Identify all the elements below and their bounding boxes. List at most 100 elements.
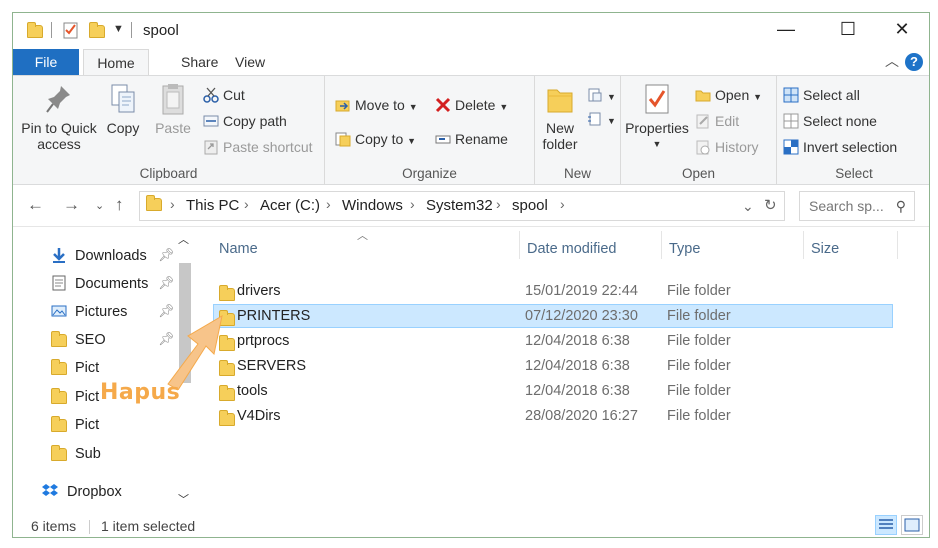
- column-header-size[interactable]: Size: [811, 241, 839, 257]
- breadcrumb-separator-icon[interactable]: ›: [170, 196, 175, 212]
- breadcrumb-separator-icon[interactable]: ›: [410, 196, 415, 212]
- paste-shortcut-button[interactable]: Paste shortcut: [203, 136, 313, 158]
- refresh-icon[interactable]: ↻: [764, 196, 777, 214]
- tab-file[interactable]: File: [13, 49, 79, 75]
- move-to-button[interactable]: Move to ▼: [335, 94, 418, 116]
- pin-icon[interactable]: 📌︎: [158, 275, 175, 291]
- breadcrumb-separator-icon[interactable]: ›: [496, 196, 501, 212]
- search-placeholder: Search sp...: [809, 198, 884, 214]
- breadcrumb-drive[interactable]: Acer (C:): [260, 197, 320, 214]
- table-row[interactable]: tools 12/04/2018 6:38 File folder: [213, 379, 893, 403]
- column-divider[interactable]: [897, 231, 898, 259]
- separator: [51, 22, 52, 38]
- column-header-date[interactable]: Date modified: [527, 241, 616, 257]
- table-row[interactable]: prtprocs 12/04/2018 6:38 File folder: [213, 329, 893, 353]
- item-count: 6 items: [31, 518, 77, 534]
- table-row-selected[interactable]: PRINTERS 07/12/2020 23:30 File folder: [213, 304, 893, 328]
- cut-label: Cut: [223, 87, 245, 103]
- nav-item-seo[interactable]: SEO: [51, 327, 106, 353]
- breadcrumb-this-pc[interactable]: This PC: [186, 197, 239, 214]
- table-row[interactable]: SERVERS 12/04/2018 6:38 File folder: [213, 354, 893, 378]
- column-divider[interactable]: [661, 231, 662, 259]
- edit-button[interactable]: Edit: [695, 110, 739, 132]
- new-folder-qa-icon[interactable]: [89, 21, 105, 41]
- rename-button[interactable]: Rename: [435, 128, 508, 150]
- column-header-name[interactable]: Name: [219, 241, 258, 257]
- nav-item-label: SEO: [75, 332, 106, 348]
- up-arrow-icon[interactable]: ↑: [115, 195, 124, 215]
- column-header-type[interactable]: Type: [669, 241, 700, 257]
- select-group-label: Select: [835, 166, 873, 181]
- select-none-button[interactable]: Select none: [783, 110, 877, 132]
- sort-ascending-icon: ︿: [357, 230, 368, 242]
- breadcrumb-separator-icon[interactable]: ›: [560, 196, 565, 212]
- copy-to-button[interactable]: Copy to ▼: [335, 128, 416, 150]
- nav-item-pict-3[interactable]: Pict: [51, 412, 99, 438]
- table-row[interactable]: drivers 15/01/2019 22:44 File folder: [213, 279, 893, 303]
- new-folder-button[interactable]: New folder: [537, 82, 583, 152]
- copy-path-button[interactable]: Copy path: [203, 110, 287, 132]
- new-item-button[interactable]: ▼: [587, 84, 616, 106]
- tab-view[interactable]: View: [221, 49, 279, 75]
- large-icons-view-icon: [904, 518, 920, 532]
- delete-button[interactable]: Delete ▼: [435, 94, 508, 116]
- table-row[interactable]: V4Dirs 28/08/2020 16:27 File folder: [213, 404, 893, 428]
- pin-to-quick-access-button[interactable]: Pin to Quick access: [19, 82, 99, 152]
- large-icons-view-button[interactable]: [901, 515, 923, 535]
- chevron-up-icon[interactable]: ︿: [885, 51, 899, 71]
- move-to-label: Move to: [355, 97, 405, 113]
- recent-locations-chevron-icon[interactable]: ⌄: [95, 199, 104, 212]
- scroll-down-chevron-icon[interactable]: ﹀: [178, 491, 189, 507]
- breadcrumb-separator-icon[interactable]: ›: [326, 196, 331, 212]
- back-arrow-icon[interactable]: ←: [27, 195, 44, 215]
- easy-access-button[interactable]: ▼: [587, 108, 616, 130]
- properties-label: Properties: [625, 120, 689, 136]
- address-bar[interactable]: › This PC › Acer (C:) › Windows › System…: [139, 191, 785, 221]
- address-dropdown-chevron-icon[interactable]: ⌄: [742, 198, 754, 215]
- chevron-down-icon: ▼: [408, 102, 418, 112]
- clipboard-group-label: Clipboard: [139, 166, 198, 181]
- column-divider[interactable]: [519, 231, 520, 259]
- column-divider[interactable]: [803, 231, 804, 259]
- paste-shortcut-icon: [204, 140, 218, 155]
- breadcrumb-system32[interactable]: System32: [426, 197, 493, 214]
- close-button[interactable]: ✕: [879, 13, 925, 45]
- nav-item-label: Downloads: [75, 248, 147, 264]
- breadcrumb-windows[interactable]: Windows: [342, 197, 403, 214]
- nav-item-sub[interactable]: Sub: [51, 441, 101, 467]
- tab-home[interactable]: Home: [83, 49, 149, 75]
- customize-qa-dropdown-icon[interactable]: ▼: [113, 23, 124, 43]
- select-all-button[interactable]: Select all: [783, 84, 860, 106]
- history-label: History: [715, 139, 759, 155]
- scroll-up-chevron-icon[interactable]: ︿: [178, 231, 189, 247]
- ribbon: Pin to Quick access Copy Paste Cut Copy …: [13, 75, 929, 185]
- nav-item-pict-1[interactable]: Pict: [51, 355, 99, 381]
- rename-icon: [435, 135, 451, 144]
- open-button[interactable]: Open ▼: [695, 84, 762, 106]
- invert-selection-button[interactable]: Invert selection: [783, 136, 897, 158]
- breadcrumb-spool[interactable]: spool: [512, 197, 548, 214]
- paste-button[interactable]: Paste: [153, 82, 193, 136]
- scissors-icon: [203, 87, 219, 103]
- nav-item-pictures[interactable]: Pictures: [51, 299, 127, 325]
- forward-arrow-icon[interactable]: →: [63, 195, 80, 215]
- nav-item-pict-2[interactable]: Pict: [51, 384, 99, 410]
- properties-button[interactable]: Properties ▼: [625, 82, 689, 152]
- minimize-button[interactable]: —: [763, 13, 809, 45]
- cut-button[interactable]: Cut: [203, 84, 245, 106]
- properties-check-icon[interactable]: [63, 21, 79, 41]
- rename-label: Rename: [455, 131, 508, 147]
- nav-item-documents[interactable]: Documents: [51, 271, 148, 297]
- file-name: drivers: [237, 283, 281, 299]
- pin-icon[interactable]: 📌︎: [158, 247, 175, 263]
- details-view-button[interactable]: [875, 515, 897, 535]
- help-icon[interactable]: ?: [905, 53, 923, 71]
- search-input[interactable]: Search sp... ⚲: [799, 191, 915, 221]
- copy-button[interactable]: Copy: [103, 82, 143, 136]
- maximize-button[interactable]: ☐: [825, 13, 871, 45]
- history-button[interactable]: History: [695, 136, 759, 158]
- nav-item-downloads[interactable]: Downloads: [51, 243, 147, 269]
- breadcrumb-separator-icon[interactable]: ›: [244, 196, 249, 212]
- status-bar: 6 items 1 item selected: [13, 513, 929, 537]
- nav-item-dropbox[interactable]: Dropbox: [41, 479, 122, 505]
